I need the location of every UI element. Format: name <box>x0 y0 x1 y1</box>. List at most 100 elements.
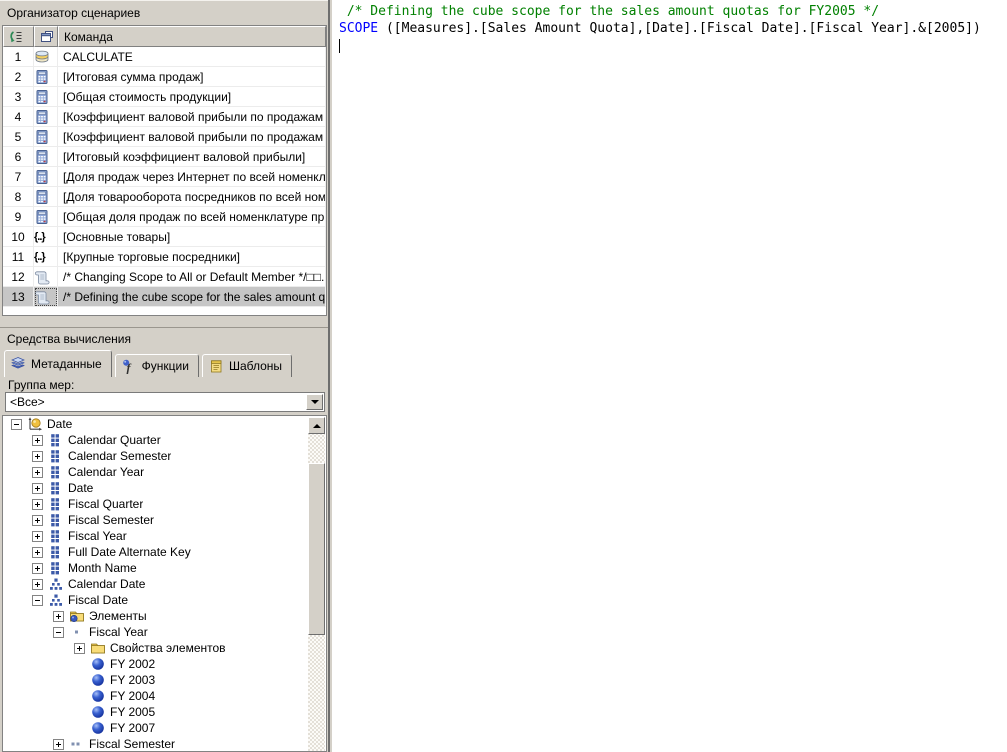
script-order-icon <box>8 29 24 45</box>
row-icon-cell: {..} <box>34 247 58 267</box>
scroll-up-button[interactable] <box>308 417 325 434</box>
expander[interactable] <box>11 419 22 430</box>
row-icon-cell <box>34 167 58 187</box>
expander[interactable] <box>32 435 43 446</box>
tree-item-fy-2005[interactable]: FY 2005 <box>3 704 326 720</box>
expander[interactable] <box>32 595 43 606</box>
calculator-icon <box>34 189 50 205</box>
tree-item-month-name[interactable]: Month Name <box>3 560 326 576</box>
row-number: 7 <box>3 167 34 187</box>
code-token-plain: ([Measures].[Sales Amount Quota],[Date].… <box>378 21 981 36</box>
measure-group-select[interactable]: <Все> <box>5 392 325 412</box>
app-window: Организатор сценариев Команда 1 CALCULAT… <box>0 0 1007 752</box>
expander[interactable] <box>32 515 43 526</box>
attribute-icon <box>48 528 64 544</box>
expander[interactable] <box>32 499 43 510</box>
dropdown-button[interactable] <box>306 394 323 410</box>
calculator-icon <box>34 169 50 185</box>
column-header-type <box>34 26 58 47</box>
tree-item-calendar-quarter[interactable]: Calendar Quarter <box>3 432 326 448</box>
calculation-tools-title: Средства вычисления <box>0 327 328 350</box>
tree-item-fy-2002[interactable]: FY 2002 <box>3 656 326 672</box>
script-row[interactable]: 9 [Общая доля продаж по всей номенклатур… <box>3 207 326 227</box>
tree-item-calendar-date[interactable]: Calendar Date <box>3 576 326 592</box>
script-icon <box>34 289 50 305</box>
code-editor[interactable]: /* Defining the cube scope for the sales… <box>332 0 1007 752</box>
row-number: 2 <box>3 67 34 87</box>
script-row[interactable]: 12 /* Changing Scope to All or Default M… <box>3 267 326 287</box>
script-row[interactable]: 1 CALCULATE <box>3 47 326 67</box>
tree-item-свойства-элементов[interactable]: Свойства элементов <box>3 640 326 656</box>
expander[interactable] <box>32 547 43 558</box>
attribute-icon <box>48 432 64 448</box>
attribute-icon <box>48 544 64 560</box>
row-icon-cell <box>34 187 58 207</box>
row-command: [Коэффициент валовой прибыли по продажам… <box>58 127 326 147</box>
attribute-icon <box>48 480 64 496</box>
expander[interactable] <box>53 739 64 750</box>
tree-item-date[interactable]: Date <box>3 480 326 496</box>
script-row[interactable]: 11 {..} [Крупные торговые посредники] <box>3 247 326 267</box>
tree-item-fiscal-quarter[interactable]: Fiscal Quarter <box>3 496 326 512</box>
row-number: 10 <box>3 227 34 247</box>
tree-item-fiscal-semester[interactable]: Fiscal Semester <box>3 736 326 752</box>
expander[interactable] <box>32 483 43 494</box>
script-row[interactable]: 4 [Коэффициент валовой прибыли по продаж… <box>3 107 326 127</box>
script-row[interactable]: 2 [Итоговая сумма продаж] <box>3 67 326 87</box>
column-header-order <box>3 26 34 47</box>
script-row[interactable]: 7 [Доля продаж через Интернет по всей но… <box>3 167 326 187</box>
row-number: 5 <box>3 127 34 147</box>
code-caret-line <box>339 37 1007 54</box>
set-icon: {..} <box>34 229 50 245</box>
expander[interactable] <box>32 467 43 478</box>
templates-icon <box>208 358 224 374</box>
expander[interactable] <box>32 531 43 542</box>
tree-item-full-date-alternate-key[interactable]: Full Date Alternate Key <box>3 544 326 560</box>
row-command: [Основные товары] <box>58 227 326 247</box>
expander[interactable] <box>74 643 85 654</box>
script-row[interactable]: 8 [Доля товарооборота посредников по все… <box>3 187 326 207</box>
script-row[interactable]: 6 [Итоговый коэффициент валовой прибыли] <box>3 147 326 167</box>
tree-item-calendar-year[interactable]: Calendar Year <box>3 464 326 480</box>
tree-item-calendar-semester[interactable]: Calendar Semester <box>3 448 326 464</box>
row-command: [Итоговая сумма продаж] <box>58 67 326 87</box>
row-icon-cell <box>34 127 58 147</box>
expander[interactable] <box>32 451 43 462</box>
tree-item-fiscal-date[interactable]: Fiscal Date <box>3 592 326 608</box>
tree-item-fy-2003[interactable]: FY 2003 <box>3 672 326 688</box>
tree-item-fiscal-year[interactable]: Fiscal Year <box>3 528 326 544</box>
expander[interactable] <box>53 627 64 638</box>
calculator-icon <box>34 109 50 125</box>
expander[interactable] <box>53 611 64 622</box>
script-row[interactable]: 10 {..} [Основные товары] <box>3 227 326 247</box>
tab-functions[interactable]: f Функции <box>115 354 199 377</box>
tree-item-fy-2007[interactable]: FY 2007 <box>3 720 326 736</box>
calculator-icon <box>34 69 50 85</box>
row-command: [Доля продаж через Интернет по всей номе… <box>58 167 326 187</box>
script-row[interactable]: 13 /* Defining the cube scope for the sa… <box>3 287 326 307</box>
level2-icon <box>69 736 85 752</box>
script-rows: 1 CALCULATE 2 [Итоговая сумма продаж] 3 … <box>3 47 326 307</box>
script-row[interactable]: 5 [Коэффициент валовой прибыли по продаж… <box>3 127 326 147</box>
measure-group-value: <Все> <box>6 395 306 409</box>
member-icon <box>90 656 106 672</box>
attribute-icon <box>48 448 64 464</box>
tree-item-элементы[interactable]: Элементы <box>3 608 326 624</box>
tab-templates[interactable]: Шаблоны <box>202 354 292 377</box>
row-number: 8 <box>3 187 34 207</box>
tree-item-fiscal-semester[interactable]: Fiscal Semester <box>3 512 326 528</box>
level1-icon <box>69 624 85 640</box>
tree-item-fiscal-year[interactable]: Fiscal Year <box>3 624 326 640</box>
row-number: 1 <box>3 47 34 67</box>
script-row[interactable]: 3 [Общая стоимость продукции] <box>3 87 326 107</box>
attribute-icon <box>48 496 64 512</box>
row-number: 13 <box>3 287 34 307</box>
scrollbar-thumb[interactable] <box>308 463 325 635</box>
expander[interactable] <box>32 563 43 574</box>
row-number: 4 <box>3 107 34 127</box>
tab-metadata[interactable]: Метаданные <box>4 350 112 377</box>
tree-item-fy-2004[interactable]: FY 2004 <box>3 688 326 704</box>
tree-item-date[interactable]: Date <box>3 416 326 432</box>
tree-scrollbar[interactable] <box>308 417 325 751</box>
expander[interactable] <box>32 579 43 590</box>
